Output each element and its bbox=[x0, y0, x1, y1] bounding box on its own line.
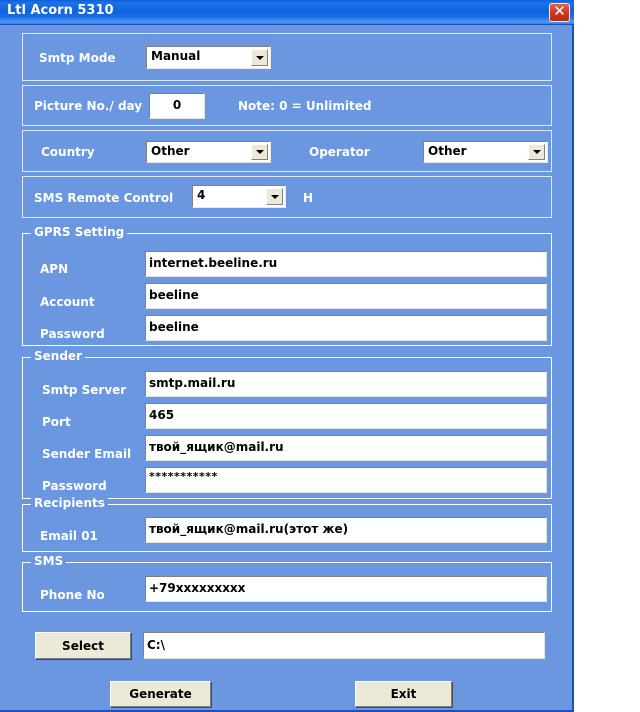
recipient-email-01-value: твой_ящик@mail.ru(этот же) bbox=[149, 522, 349, 536]
sender-legend: Sender bbox=[31, 349, 85, 363]
gprs-password-value: beeline bbox=[149, 320, 199, 334]
exit-label: Exit bbox=[390, 687, 417, 701]
sender-smtp-server-value: smtp.mail.ru bbox=[149, 376, 236, 390]
recipients-legend: Recipients bbox=[31, 496, 108, 510]
gprs-password-label: Password bbox=[40, 327, 105, 341]
operator-value: Other bbox=[428, 144, 467, 158]
sms-legend: SMS bbox=[31, 554, 67, 568]
sender-email-input[interactable]: твой_ящик@mail.ru bbox=[145, 435, 547, 461]
recipient-email-01-label: Email 01 bbox=[40, 529, 98, 543]
smtp-mode-label: Smtp Mode bbox=[39, 51, 116, 65]
recipients-group: Recipients Email 01 твой_ящик@mail.ru(эт… bbox=[22, 496, 552, 552]
picture-limit-input[interactable]: 0 bbox=[149, 93, 205, 119]
select-path-label: Select bbox=[62, 638, 104, 653]
sender-password-value: *********** bbox=[149, 470, 218, 483]
operator-select[interactable]: Other bbox=[423, 141, 548, 163]
chevron-down-icon[interactable] bbox=[528, 144, 545, 160]
gprs-account-value: beeline bbox=[149, 288, 199, 302]
sender-email-value: твой_ящик@mail.ru bbox=[149, 440, 284, 454]
picture-limit-label: Picture No./ day bbox=[34, 99, 143, 113]
sms-remote-select[interactable]: 4 bbox=[192, 185, 286, 208]
gprs-account-label: Account bbox=[40, 295, 95, 309]
sms-group: SMS Phone No +79xxxxxxxxx bbox=[22, 554, 552, 612]
select-path-button[interactable]: Select bbox=[35, 632, 131, 659]
sender-password-input[interactable]: *********** bbox=[145, 467, 547, 493]
sender-port-label: Port bbox=[42, 415, 71, 429]
country-value: Other bbox=[151, 144, 190, 158]
sender-password-label: Password bbox=[42, 479, 107, 493]
gprs-setting-legend: GPRS Setting bbox=[31, 225, 128, 239]
generate-button[interactable]: Generate bbox=[110, 681, 211, 707]
sender-smtp-server-label: Smtp Server bbox=[42, 383, 127, 397]
close-icon: ✕ bbox=[553, 2, 566, 20]
chevron-down-icon[interactable] bbox=[251, 49, 268, 66]
sms-phone-value: +79xxxxxxxxx bbox=[149, 581, 246, 595]
smtp-mode-panel: Smtp Mode Manual bbox=[22, 33, 552, 81]
chevron-down-icon[interactable] bbox=[266, 188, 283, 205]
sender-port-input[interactable]: 465 bbox=[145, 403, 547, 429]
title-bar[interactable]: Ltl Acorn 5310 ✕ bbox=[0, 0, 574, 25]
gprs-apn-label: APN bbox=[40, 262, 69, 276]
sender-port-value: 465 bbox=[149, 408, 175, 422]
gprs-account-input[interactable]: beeline bbox=[145, 283, 547, 309]
output-path-input[interactable]: C:\ bbox=[143, 632, 545, 659]
sender-group: Sender Smtp Server smtp.mail.ru Port 465… bbox=[22, 349, 552, 499]
chevron-down-icon[interactable] bbox=[251, 144, 268, 160]
network-panel: Country Other Operator Other bbox=[22, 130, 552, 172]
sms-phone-label: Phone No bbox=[40, 588, 105, 602]
gprs-password-input[interactable]: beeline bbox=[145, 315, 547, 341]
picture-limit-note: Note: 0 = Unlimited bbox=[238, 99, 372, 113]
country-label: Country bbox=[41, 145, 95, 159]
smtp-mode-select[interactable]: Manual bbox=[146, 46, 271, 69]
generate-label: Generate bbox=[129, 687, 192, 701]
sms-remote-value: 4 bbox=[197, 188, 206, 202]
sms-remote-unit: H bbox=[303, 191, 314, 205]
application-window: Ltl Acorn 5310 ✕ Smtp Mode Manual Pictur… bbox=[0, 0, 574, 712]
sender-smtp-server-input[interactable]: smtp.mail.ru bbox=[145, 371, 547, 397]
sms-phone-input[interactable]: +79xxxxxxxxx bbox=[145, 576, 547, 602]
gprs-apn-value: internet.beeline.ru bbox=[149, 256, 278, 270]
gprs-setting-group: GPRS Setting APN internet.beeline.ru Acc… bbox=[22, 225, 552, 346]
smtp-mode-value: Manual bbox=[151, 49, 201, 63]
picture-limit-value: 0 bbox=[172, 98, 182, 112]
output-path-value: C:\ bbox=[147, 638, 165, 652]
sms-remote-label: SMS Remote Control bbox=[34, 191, 174, 205]
sender-email-label: Sender Email bbox=[42, 447, 132, 461]
operator-label: Operator bbox=[309, 145, 370, 159]
window-title: Ltl Acorn 5310 bbox=[7, 3, 114, 18]
exit-button[interactable]: Exit bbox=[355, 681, 452, 707]
country-select[interactable]: Other bbox=[146, 141, 271, 163]
picture-limit-panel: Picture No./ day 0 Note: 0 = Unlimited bbox=[22, 85, 552, 126]
recipient-email-01-input[interactable]: твой_ящик@mail.ru(этот же) bbox=[145, 517, 547, 543]
close-button[interactable]: ✕ bbox=[549, 2, 570, 22]
sms-remote-panel: SMS Remote Control 4 H bbox=[22, 176, 552, 218]
gprs-apn-input[interactable]: internet.beeline.ru bbox=[145, 251, 547, 277]
